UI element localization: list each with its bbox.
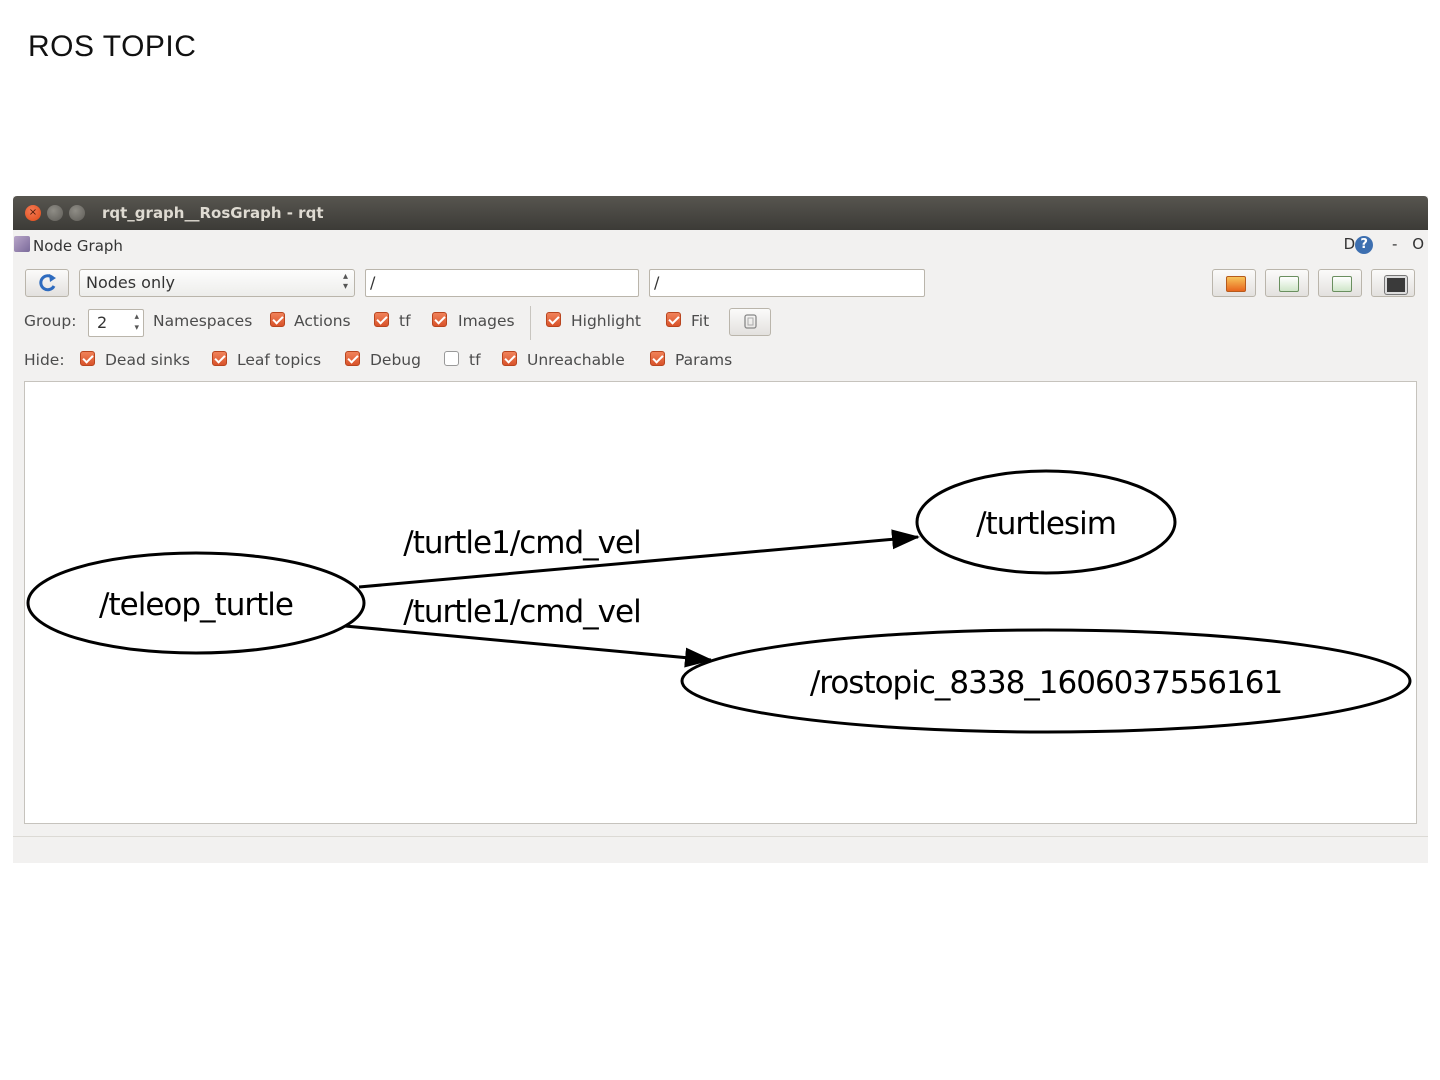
dead-sinks-label: Dead sinks [105,351,190,369]
group-row: Group: 2 ▴ ▾ Namespaces Actions tf Images… [13,306,1428,340]
plugin-controls: D? - O [1344,235,1424,254]
params-label: Params [675,351,733,369]
group-spinbox[interactable]: 2 ▴ ▾ [88,309,144,337]
debug-checkbox[interactable] [345,351,360,366]
group-tf-checkbox[interactable] [374,312,389,327]
toolbar-row: Nodes only ▴ ▾ / / [13,269,1428,299]
mode-select-value: Nodes only [86,273,176,292]
save-dot-button[interactable] [1265,269,1309,297]
graph-edge-teleop-rostopic [344,624,713,668]
ros-graph: /turtle1/cmd_vel /turtle1/cmd_vel /teleo… [26,469,1412,734]
group-value: 2 [97,313,108,332]
actions-checkbox[interactable] [270,312,285,327]
save-svg-icon [1332,276,1352,292]
close-window-button[interactable]: × [25,205,41,221]
save-image-icon [1385,276,1407,294]
status-bar [13,836,1428,864]
debug-label: Debug [370,351,421,369]
maximize-window-button[interactable] [69,205,85,221]
minimize-window-button[interactable] [47,205,63,221]
help-icon[interactable]: ? [1355,235,1374,254]
load-dot-button[interactable] [1212,269,1256,297]
hide-tf-label: tf [469,351,481,369]
graph-canvas[interactable]: /turtle1/cmd_vel /turtle1/cmd_vel /teleo… [24,381,1417,824]
group-label: Group: [24,312,77,330]
unreachable-checkbox[interactable] [502,351,517,366]
refresh-icon [39,274,56,292]
close-plugin-button[interactable]: O [1412,235,1424,253]
save-image-button[interactable] [1371,269,1415,297]
node-label-teleop-turtle: /teleop_turtle [99,587,293,623]
images-label: Images [458,312,515,330]
fit-label: Fit [691,312,710,330]
plugin-header: Node Graph D? - O [13,230,1428,258]
load-dot-icon [1226,276,1246,292]
plugin-graph-icon [14,236,30,252]
edge-label-cmd-vel-2: /turtle1/cmd_vel [403,594,640,630]
params-checkbox[interactable] [650,351,665,366]
topic-filter-input[interactable]: / [649,269,925,297]
slide-title: ROS TOPIC [28,30,197,63]
namespaces-label: Namespaces [153,312,253,330]
leaf-topics-label: Leaf topics [237,351,322,369]
group-tf-label: tf [399,312,411,330]
toolbar-separator [530,306,531,340]
mode-select[interactable]: Nodes only ▴ ▾ [79,269,355,297]
dead-sinks-checkbox[interactable] [80,351,95,366]
save-dot-icon [1279,276,1299,292]
images-checkbox[interactable] [432,312,447,327]
fit-checkbox[interactable] [666,312,681,327]
node-filter-input[interactable]: / [365,269,639,297]
window-titlebar[interactable]: × rqt_graph__RosGraph - rqt [13,196,1428,230]
fit-in-view-button[interactable] [729,308,771,336]
hide-row: Hide: Dead sinks Leaf topics Debug tf Un… [13,348,1428,378]
unreachable-label: Unreachable [527,351,625,369]
actions-label: Actions [294,312,351,330]
close-icon: × [28,207,38,218]
save-svg-button[interactable] [1318,269,1362,297]
hide-label: Hide: [24,351,65,369]
chevron-updown-icon: ▴ ▾ [342,271,348,292]
highlight-checkbox[interactable] [546,312,561,327]
leaf-topics-checkbox[interactable] [212,351,227,366]
dock-button[interactable]: D [1344,235,1356,253]
edge-label-cmd-vel-1: /turtle1/cmd_vel [403,525,640,561]
minimize-plugin-button[interactable]: - [1392,235,1397,253]
hide-tf-checkbox[interactable] [444,351,459,366]
spinner-arrows-icon: ▴ ▾ [134,312,139,333]
window-title: rqt_graph__RosGraph - rqt [102,204,324,222]
rqt-window: × rqt_graph__RosGraph - rqt Node Graph D… [13,196,1428,863]
refresh-button[interactable] [25,269,69,297]
fit-view-icon [744,314,757,329]
node-label-turtlesim: /turtlesim [976,506,1116,542]
highlight-label: Highlight [571,312,641,330]
plugin-title: Node Graph [33,237,123,255]
node-label-rostopic: /rostopic_8338_1606037556161 [810,665,1282,701]
